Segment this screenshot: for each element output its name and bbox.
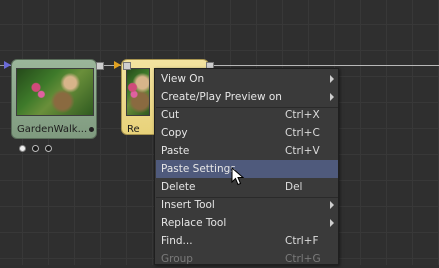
node-thumbnail bbox=[126, 68, 150, 116]
node-output-dot bbox=[89, 127, 94, 132]
menu-item-label: Insert Tool bbox=[161, 199, 215, 211]
menu-item-label: Group bbox=[161, 253, 193, 265]
node-flow-canvas[interactable]: GardenWalk... Re View On Create/Play Pre… bbox=[0, 0, 439, 265]
submenu-arrow-icon bbox=[330, 93, 334, 101]
node-gardenwalk[interactable]: GardenWalk... bbox=[11, 59, 97, 139]
menu-item-delete[interactable]: Delete Del bbox=[156, 178, 338, 196]
node-label: GardenWalk... bbox=[17, 124, 88, 135]
context-menu: View On Create/Play Preview on Cut Ctrl+… bbox=[154, 68, 339, 265]
menu-item-label: Copy bbox=[161, 127, 188, 139]
menu-item-view-on[interactable]: View On bbox=[156, 70, 338, 88]
status-dot bbox=[32, 145, 40, 152]
submenu-arrow-icon bbox=[330, 75, 334, 83]
menu-item-find[interactable]: Find... Ctrl+F bbox=[156, 232, 338, 250]
output-port[interactable] bbox=[96, 62, 104, 70]
submenu-arrow-icon bbox=[330, 201, 334, 209]
menu-item-cut[interactable]: Cut Ctrl+X bbox=[156, 106, 338, 124]
status-dot bbox=[19, 145, 26, 152]
submenu-arrow-icon bbox=[330, 219, 334, 227]
menu-item-label: Paste bbox=[161, 145, 190, 157]
menu-item-label: Create/Play Preview on bbox=[161, 91, 282, 103]
input-port[interactable] bbox=[123, 62, 131, 70]
menu-item-label: Paste Settings bbox=[161, 163, 236, 175]
menu-item-paste-settings[interactable]: Paste Settings bbox=[156, 160, 338, 178]
menu-item-insert-tool[interactable]: Insert Tool bbox=[156, 196, 338, 214]
menu-item-label: Cut bbox=[161, 109, 180, 121]
menu-item-shortcut: Ctrl+V bbox=[285, 145, 320, 157]
status-dot bbox=[45, 145, 53, 152]
input-arrow-icon[interactable] bbox=[114, 61, 121, 69]
menu-item-paste[interactable]: Paste Ctrl+V bbox=[156, 142, 338, 160]
menu-item-shortcut: Ctrl+G bbox=[285, 253, 321, 265]
menu-item-group: Group Ctrl+G bbox=[156, 250, 338, 268]
menu-item-label: Delete bbox=[161, 181, 196, 193]
input-arrow-icon[interactable] bbox=[4, 61, 11, 69]
menu-item-copy[interactable]: Copy Ctrl+C bbox=[156, 124, 338, 142]
menu-item-replace-tool[interactable]: Replace Tool bbox=[156, 214, 338, 232]
menu-item-create-play-preview[interactable]: Create/Play Preview on bbox=[156, 88, 338, 106]
output-wire[interactable] bbox=[208, 65, 439, 66]
menu-item-shortcut: Ctrl+C bbox=[285, 127, 320, 139]
menu-item-shortcut: Del bbox=[285, 181, 303, 193]
menu-item-shortcut: Ctrl+X bbox=[285, 109, 320, 121]
node-thumbnail bbox=[16, 68, 94, 116]
node-status-indicators bbox=[19, 137, 53, 156]
menu-item-label: Replace Tool bbox=[161, 217, 227, 229]
menu-item-label: View On bbox=[161, 73, 205, 85]
menu-item-shortcut: Ctrl+F bbox=[285, 235, 319, 247]
menu-item-label: Find... bbox=[161, 235, 193, 247]
node-label: Re bbox=[127, 124, 140, 135]
mouse-cursor-icon bbox=[231, 167, 245, 186]
